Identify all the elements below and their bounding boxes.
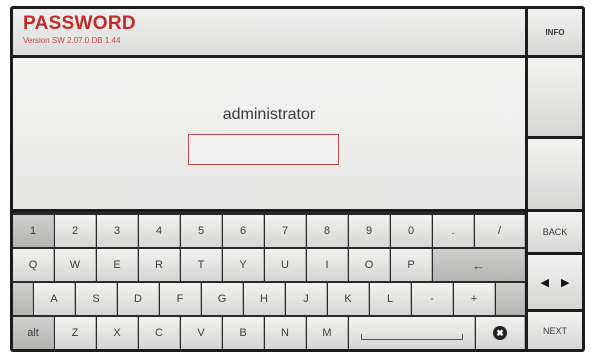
- key-period[interactable]: .: [433, 215, 474, 247]
- key-2[interactable]: 2: [55, 215, 96, 247]
- key-0[interactable]: 0: [391, 215, 432, 247]
- key-c[interactable]: C: [139, 317, 180, 349]
- version-text: Version SW 2.07.0 DB 1.44: [23, 36, 121, 45]
- space-bar-icon: [360, 334, 463, 340]
- arrow-left-icon[interactable]: ◀: [541, 276, 549, 289]
- key-g[interactable]: G: [202, 283, 243, 315]
- key-d[interactable]: D: [118, 283, 159, 315]
- key-p[interactable]: P: [391, 249, 432, 281]
- key-u[interactable]: U: [265, 249, 306, 281]
- key-s[interactable]: S: [76, 283, 117, 315]
- key-f[interactable]: F: [160, 283, 201, 315]
- key-minus[interactable]: -: [412, 283, 453, 315]
- key-n[interactable]: N: [265, 317, 306, 349]
- key-o[interactable]: O: [349, 249, 390, 281]
- key-q[interactable]: Q: [13, 249, 54, 281]
- next-label: NEXT: [542, 325, 567, 336]
- key-b[interactable]: B: [223, 317, 264, 349]
- key-plus[interactable]: +: [454, 283, 495, 315]
- cursor-arrows: ◀ ▶: [528, 255, 582, 309]
- key-z[interactable]: Z: [55, 317, 96, 349]
- space-key[interactable]: [349, 317, 475, 349]
- backspace-key[interactable]: ←: [433, 249, 525, 281]
- side-button-blank-2[interactable]: [528, 139, 582, 209]
- key-t[interactable]: T: [181, 249, 222, 281]
- alt-key[interactable]: alt: [13, 317, 54, 349]
- key-row3-end: [496, 283, 525, 315]
- key-e[interactable]: E: [97, 249, 138, 281]
- back-label: BACK: [542, 227, 568, 237]
- side-button-blank-1[interactable]: [528, 58, 582, 136]
- key-row3-spacer: [13, 283, 33, 315]
- key-4[interactable]: 4: [139, 215, 180, 247]
- key-y[interactable]: Y: [223, 249, 264, 281]
- key-5[interactable]: 5: [181, 215, 222, 247]
- back-button[interactable]: BACK: [528, 212, 582, 252]
- key-r[interactable]: R: [139, 249, 180, 281]
- key-x[interactable]: X: [97, 317, 138, 349]
- key-j[interactable]: J: [286, 283, 327, 315]
- info-label: INFO: [545, 27, 565, 37]
- clear-key[interactable]: ✖: [476, 317, 525, 349]
- key-9[interactable]: 9: [349, 215, 390, 247]
- header-bar: PASSWORD Version SW 2.07.0 DB 1.44: [13, 9, 525, 55]
- info-button[interactable]: INFO: [528, 9, 582, 55]
- key-8[interactable]: 8: [307, 215, 348, 247]
- key-l[interactable]: L: [370, 283, 411, 315]
- clear-icon: ✖: [493, 326, 507, 340]
- key-i[interactable]: I: [307, 249, 348, 281]
- key-1[interactable]: 1: [13, 215, 54, 247]
- key-v[interactable]: V: [181, 317, 222, 349]
- key-w[interactable]: W: [55, 249, 96, 281]
- key-a[interactable]: A: [34, 283, 75, 315]
- username-label: administrator: [222, 106, 316, 123]
- key-7[interactable]: 7: [265, 215, 306, 247]
- next-button[interactable]: NEXT: [528, 312, 582, 349]
- key-h[interactable]: H: [244, 283, 285, 315]
- screen-frame: PASSWORD Version SW 2.07.0 DB 1.44 INFO …: [10, 6, 585, 352]
- arrow-right-icon[interactable]: ▶: [561, 276, 569, 289]
- key-slash[interactable]: /: [475, 215, 525, 247]
- page-title: PASSWORD: [23, 13, 136, 34]
- key-k[interactable]: K: [328, 283, 369, 315]
- key-3[interactable]: 3: [97, 215, 138, 247]
- key-m[interactable]: M: [307, 317, 348, 349]
- login-panel: administrator: [13, 58, 525, 209]
- key-6[interactable]: 6: [223, 215, 264, 247]
- password-field[interactable]: [188, 134, 339, 165]
- on-screen-keyboard: 1 2 3 4 5 6 7 8 9 0 . / Q W E R T Y U I …: [13, 212, 525, 349]
